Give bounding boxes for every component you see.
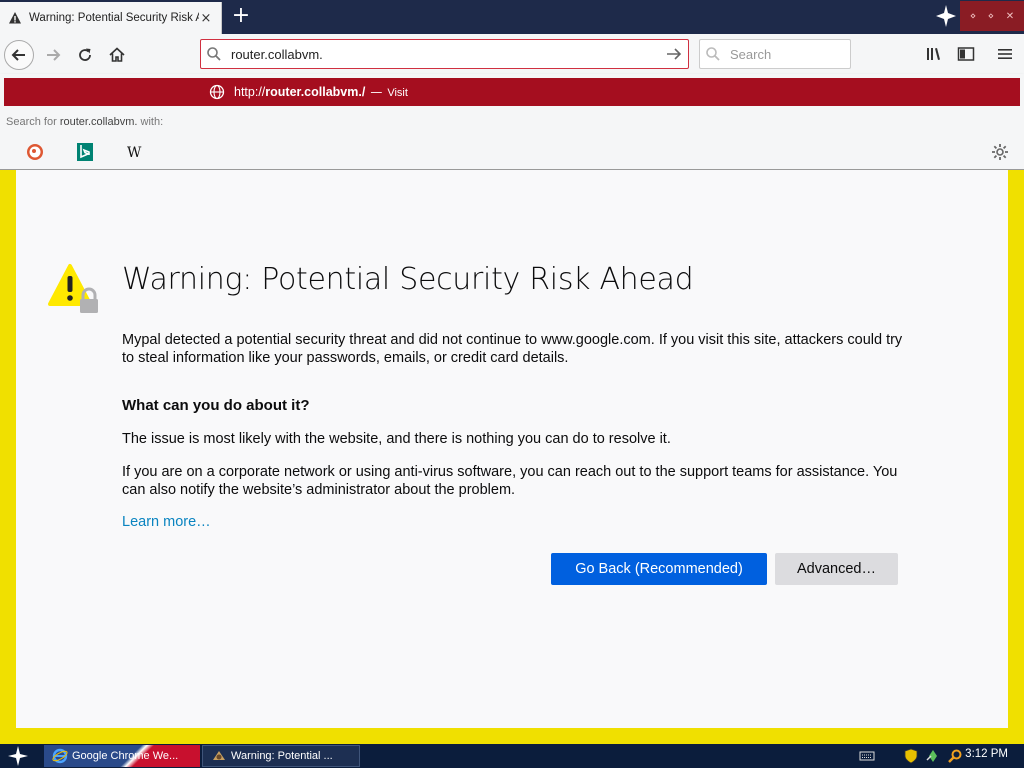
internet-explorer-icon [52, 748, 68, 764]
go-back-button[interactable]: Go Back (Recommended) [551, 553, 767, 585]
star-logo-icon [932, 1, 960, 31]
home-icon [109, 47, 125, 62]
wikipedia-icon: W [127, 145, 142, 160]
duckduckgo-icon [27, 144, 43, 160]
system-tray [858, 747, 964, 765]
search-placeholder: Search [730, 46, 772, 62]
error-page: Warning: Potential Security Risk Ahead M… [16, 170, 1008, 728]
tab-strip: Warning: Potential Security Risk Ahead ×… [0, 0, 1024, 34]
wikipedia-button[interactable]: W [110, 140, 160, 164]
search-for-label: Search for router.collabvm. with: [6, 116, 163, 128]
taskbar-item-label: Google Chrome We... [72, 750, 179, 762]
globe-icon [208, 83, 226, 101]
navigation-toolbar: router.collabvm. Search [0, 34, 1024, 102]
network-icon[interactable] [924, 747, 942, 765]
mypal-browser-icon [213, 751, 225, 760]
content-frame: Warning: Potential Security Risk Ahead M… [0, 170, 1024, 744]
arrow-left-icon [11, 49, 25, 61]
address-input[interactable]: router.collabvm. [227, 47, 660, 62]
go-button[interactable] [660, 46, 688, 62]
reload-button[interactable] [70, 40, 100, 70]
close-window-button[interactable]: ✕ [1006, 11, 1014, 22]
taskbar-item-label: Warning: Potential ... [231, 750, 333, 762]
corporate-network-advice: If you are on a corporate network or usi… [122, 464, 898, 498]
visit-label: Visit [387, 87, 408, 99]
url-prefix: http:// [234, 85, 266, 99]
search-tray-icon[interactable] [946, 747, 964, 765]
gear-icon [992, 144, 1008, 160]
bing-icon [77, 143, 93, 161]
taskbar-clock: 3:12 PM [965, 748, 1008, 760]
library-icon [927, 48, 940, 60]
taskbar-item-chrome[interactable]: Google Chrome We... [44, 745, 200, 767]
threat-description: Mypal detected a potential security thre… [122, 332, 903, 366]
url-autocomplete-popup: http://router.collabvm./ — Visit Search … [0, 74, 1024, 170]
forward-button[interactable] [38, 40, 68, 70]
what-can-you-do-heading: What can you do about it? [122, 397, 310, 414]
taskbar-item-browser[interactable]: Warning: Potential ... [202, 745, 360, 767]
search-icon [700, 46, 726, 62]
hamburger-menu-icon [998, 49, 1012, 59]
reload-icon [79, 48, 91, 61]
learn-more-link[interactable]: Learn more… [122, 514, 211, 530]
separator-dash: — [370, 85, 383, 99]
search-settings-button[interactable] [990, 142, 1010, 162]
issue-explanation: The issue is most likely with the websit… [122, 431, 671, 447]
advanced-button[interactable]: Advanced… [775, 553, 898, 585]
page-title: Warning: Potential Security Risk Ahead [122, 262, 694, 297]
search-for-suffix: with: [140, 116, 164, 128]
tab-warning[interactable]: Warning: Potential Security Risk Ahead × [0, 2, 222, 34]
autocomplete-url: http://router.collabvm./ [234, 85, 365, 99]
one-off-search-engines: W [10, 140, 160, 164]
sidebar-button[interactable] [953, 42, 979, 66]
arrow-right-icon [47, 49, 61, 61]
bing-button[interactable] [60, 140, 110, 164]
tab-close-button[interactable]: × [199, 11, 213, 26]
menu-button[interactable] [992, 42, 1018, 66]
warning-icon [9, 12, 21, 24]
window-buttons: ⋄ ⋄ ✕ [960, 1, 1024, 31]
address-bar[interactable]: router.collabvm. [200, 39, 689, 69]
new-tab-button[interactable]: + [228, 4, 254, 30]
warning-lock-icon [48, 264, 98, 313]
url-host: router.collabvm./ [265, 85, 366, 99]
search-bar[interactable]: Search [699, 39, 851, 69]
search-for-prefix: Search for [6, 116, 57, 128]
svg-text:W: W [127, 145, 142, 160]
shield-icon[interactable] [902, 747, 920, 765]
duckduckgo-button[interactable] [10, 140, 60, 164]
sidebar-icon [957, 47, 975, 61]
search-icon [201, 46, 227, 62]
start-button[interactable] [6, 746, 30, 766]
tab-title: Warning: Potential Security Risk Ahead [29, 12, 199, 24]
back-button[interactable] [4, 40, 34, 70]
taskbar: Google Chrome We... Warning: Potential .… [0, 744, 1024, 768]
window-controls: ⋄ ⋄ ✕ [932, 0, 1024, 32]
star-start-icon [8, 746, 28, 766]
autocomplete-visit-row[interactable]: http://router.collabvm./ — Visit [4, 78, 1020, 106]
maximize-button[interactable]: ⋄ [988, 11, 994, 22]
home-button[interactable] [102, 40, 132, 70]
minimize-button[interactable]: ⋄ [970, 11, 976, 22]
go-arrow-icon [667, 48, 682, 60]
keyboard-icon[interactable] [858, 747, 876, 765]
search-for-query: router.collabvm. [59, 116, 138, 128]
library-button[interactable] [921, 42, 947, 66]
